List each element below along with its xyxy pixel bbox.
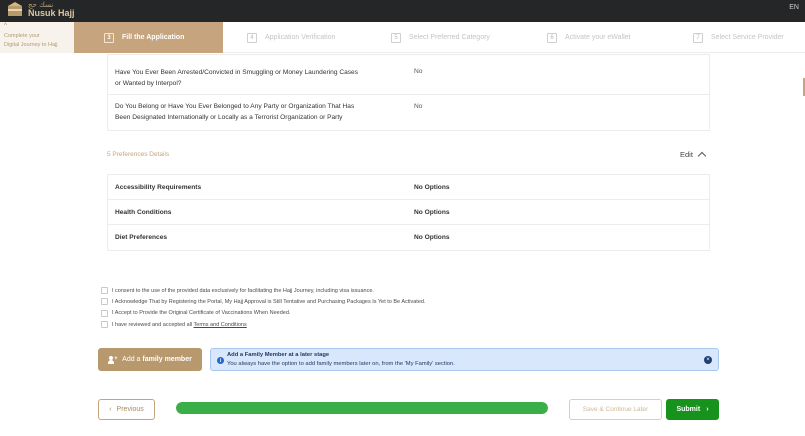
step-number: 4 [247,32,257,43]
consent-item: I consent to the use of the provided dat… [101,285,425,296]
form-progress-bar [176,402,548,414]
preferences-section-title: 5 Preferences Details [107,151,170,158]
sidebar-toggle-line1: Complete your [4,33,40,39]
chevron-left-icon: ‹ [109,406,112,413]
step-label: Activate your eWallet [565,34,631,41]
progress-fill [176,402,548,414]
consent-checkbox[interactable] [101,309,108,317]
table-row: Have You Ever Been Arrested/Convicted in… [108,55,709,95]
previous-button[interactable]: ‹ Previous [98,399,155,420]
consent-text: I Accept to Provide the Original Certifi… [112,310,291,317]
question-line: or Wanted by Interpol? [115,80,182,87]
add-person-icon: + [108,355,118,364]
chevron-right-icon: › [706,406,709,413]
preference-label: Diet Preferences [115,234,168,241]
question-text: Do You Belong or Have You Ever Belonged … [115,101,354,123]
consent-item: I Acknowledge That by Registering the Po… [101,296,425,307]
preference-value: No Options [414,209,450,216]
table-row: Accessibility Requirements No Options [108,175,709,200]
question-line: Been Designated Internationally or Local… [115,114,343,121]
language-switch[interactable]: EN [789,4,799,11]
nusuk-logo[interactable]: نسك حج Nusuk Hajj [5,1,75,19]
step-progress-bar: ^ Complete your Digital Journey to Hajj … [0,22,805,53]
consent-checkbox[interactable] [101,287,108,295]
table-row: Do You Belong or Have You Ever Belonged … [108,95,709,130]
question-line: Have You Ever Been Arrested/Convicted in… [115,69,359,76]
consent-text: I Acknowledge That by Registering the Po… [112,298,426,305]
edit-preferences-button[interactable]: Edit [680,150,707,161]
step-number: 5 [391,32,401,43]
step-select-category[interactable]: 5 Select Preferred Category [391,22,490,53]
table-row: Diet Preferences No Options [108,225,709,250]
question-text: Have You Ever Been Arrested/Convicted in… [115,67,358,89]
consent-item: I Accept to Provide the Original Certifi… [101,308,425,319]
add-family-prefix: Add a [122,356,143,363]
preference-label: Health Conditions [115,209,172,216]
family-info-notice: i Add a Family Member at a later stage Y… [210,348,719,371]
chevron-up-icon[interactable] [697,151,707,161]
terms-checkbox[interactable] [101,321,108,329]
terms-prefix: I have reviewed and accepted all [112,321,194,328]
sidebar-toggle[interactable]: ^ Complete your Digital Journey to Hajj [0,22,74,53]
answer-text: No [414,68,423,75]
step-select-service-provider[interactable]: 7 Select Service Provider [693,22,784,53]
answer-text: No [414,103,423,110]
nusuk-logo-icon [5,1,25,19]
submit-label: Submit [676,406,701,413]
submit-button[interactable]: Submit › [666,399,719,420]
add-family-label: Add a family member [122,356,192,363]
step-label: Select Service Provider [711,34,784,41]
step-fill-application[interactable]: 3 Fill the Application [74,22,223,53]
info-icon: i [217,357,224,364]
security-questions-table: Have You Ever Been Arrested/Convicted in… [107,54,710,131]
notice-text: You always have the option to add family… [227,361,455,367]
consent-list: I consent to the use of the provided dat… [101,285,425,330]
terms-link[interactable]: Terms and Conditions [194,322,247,328]
sidebar-toggle-line2: Digital Journey to Hajj [4,42,58,48]
add-family-bold: family member [142,356,192,363]
step-number: 7 [693,32,703,43]
step-application-verification[interactable]: 4 Application Verification [247,22,335,53]
step-label: Fill the Application [122,34,185,41]
edit-label: Edit [680,150,693,159]
add-family-member-button[interactable]: + Add a family member [98,348,202,371]
logo-english-text: Nusuk Hajj [28,8,75,18]
consent-item: I have reviewed and accepted all Terms a… [101,319,425,330]
preferences-table: Accessibility Requirements No Options He… [107,174,710,251]
save-continue-later-button[interactable]: Save & Continue Later [569,399,662,420]
chevron-up-icon: ^ [4,23,7,29]
step-activate-ewallet[interactable]: 6 Activate your eWallet [547,22,631,53]
notice-title: Add a Family Member at a later stage [227,352,330,358]
close-icon[interactable]: × [704,356,712,364]
previous-label: Previous [116,406,144,413]
preference-value: No Options [414,234,450,241]
table-row: Health Conditions No Options [108,200,709,225]
consent-text: I consent to the use of the provided dat… [112,287,374,294]
question-line: Do You Belong or Have You Ever Belonged … [115,103,355,110]
consent-text: I have reviewed and accepted all Terms a… [112,322,247,328]
preference-label: Accessibility Requirements [115,184,202,191]
save-label: Save & Continue Later [582,406,649,413]
step-label: Select Preferred Category [409,34,490,41]
consent-checkbox[interactable] [101,298,108,306]
step-label: Application Verification [265,34,336,41]
step-number: 3 [104,32,114,43]
top-bar: نسك حج Nusuk Hajj EN [0,0,805,22]
preference-value: No Options [414,184,450,191]
step-number: 6 [547,32,557,43]
